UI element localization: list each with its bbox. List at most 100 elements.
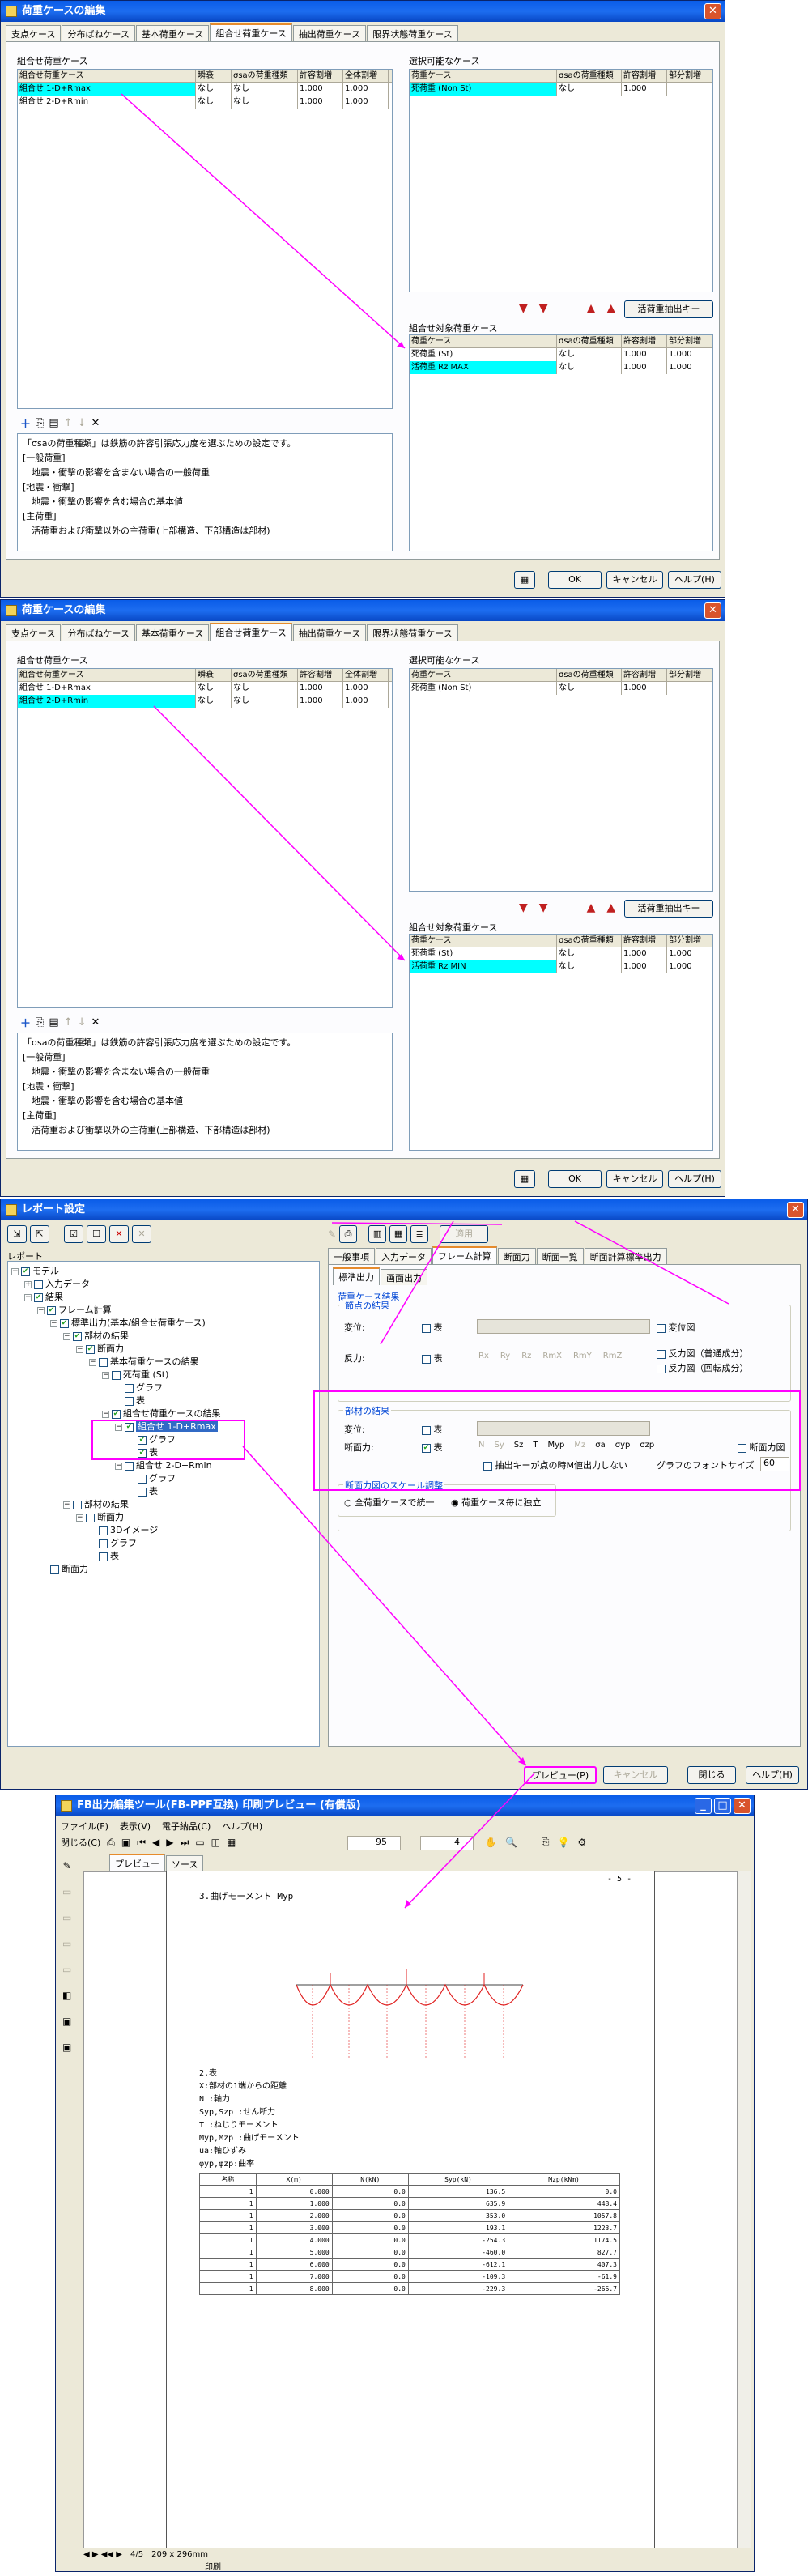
cancel-button[interactable]: キャンセル: [603, 1766, 668, 1784]
hand-icon[interactable]: ✋: [485, 1837, 497, 1848]
menu-delivery[interactable]: 電子納品(C): [162, 1820, 211, 1833]
move-down-icon[interactable]: ↓: [78, 1016, 87, 1028]
zoom-select[interactable]: 95: [347, 1836, 401, 1850]
table-row[interactable]: 死荷重 (Non St) なし 1.000: [410, 682, 712, 695]
disp-table-checkbox[interactable]: 表: [422, 1321, 443, 1334]
move-down-icon[interactable]: ▼: [519, 302, 528, 315]
tree-node[interactable]: − 基本荷重ケースの結果: [11, 1356, 316, 1369]
tree-node[interactable]: グラフ: [11, 1472, 316, 1485]
cancel-button[interactable]: キャンセル: [606, 1170, 663, 1188]
list-icon[interactable]: ≣: [410, 1225, 429, 1243]
prev-page-icon[interactable]: ◀: [152, 1837, 159, 1848]
selectable-case-grid[interactable]: 荷重ケース σsaの荷重種類 許容割増 部分割増 死荷重 (Non St) なし 1.00…: [409, 668, 713, 892]
two-page-icon[interactable]: ◫: [211, 1837, 220, 1848]
tab-section-calc[interactable]: 断面計算標準出力: [584, 1248, 667, 1264]
bulb-icon[interactable]: 💡: [558, 1837, 570, 1848]
tree-node[interactable]: − ✔ 標準出力(基本/組合せ荷重ケース): [11, 1317, 316, 1330]
tab-screen-output[interactable]: 画面出力: [381, 1269, 427, 1285]
add-icon[interactable]: ＋: [20, 1015, 31, 1030]
settings-icon[interactable]: ⚙: [577, 1837, 586, 1848]
tab-extract-load[interactable]: 抽出荷重ケース: [292, 624, 367, 641]
cancel-button[interactable]: キャンセル: [606, 571, 663, 589]
close-icon[interactable]: ✕: [787, 1202, 804, 1218]
tab-combined-load[interactable]: 組合せ荷重ケース: [210, 23, 292, 41]
tab-source[interactable]: ソース: [166, 1855, 204, 1871]
table-row[interactable]: 死荷重 (St) なし 1.000 1.000: [410, 348, 712, 361]
move-down-all-icon[interactable]: ▼: [539, 901, 548, 914]
menu-file[interactable]: ファイル(F): [61, 1820, 108, 1833]
tree-node[interactable]: グラフ: [11, 1537, 316, 1550]
target-case-grid[interactable]: 荷重ケース σsaの荷重種類 許容割増 部分割増 死荷重 (St) なし 1.000 1.0…: [409, 334, 713, 551]
tree-node[interactable]: − 死荷重 (St): [11, 1369, 316, 1382]
remove-icon[interactable]: ✕: [132, 1225, 151, 1243]
delete-icon[interactable]: ✕: [91, 1016, 100, 1028]
page-select[interactable]: 4: [420, 1836, 474, 1850]
tree-node[interactable]: − ✔ 断面力: [11, 1343, 316, 1356]
tab-basic-load[interactable]: 基本荷重ケース: [135, 624, 210, 641]
chart-icon[interactable]: ▥: [368, 1225, 387, 1243]
tree-node[interactable]: 表: [11, 1394, 316, 1407]
tree-node[interactable]: − ✔ モデル: [11, 1265, 316, 1278]
tree-node[interactable]: − ✔ フレーム計算: [11, 1304, 316, 1317]
tree-node[interactable]: + 入力データ: [11, 1278, 316, 1291]
tab-section-force[interactable]: 断面力: [497, 1248, 536, 1264]
react-table-checkbox[interactable]: 表: [422, 1352, 443, 1365]
close-icon[interactable]: ✕: [704, 602, 721, 619]
tab-standard-output[interactable]: 標準出力: [333, 1267, 380, 1285]
table-row[interactable]: 活荷重 Rz MIN なし 1.000 1.000: [410, 960, 712, 973]
page-icon[interactable]: ▭: [195, 1837, 204, 1848]
copy-icon[interactable]: ⎘: [36, 417, 44, 429]
combined-case-grid[interactable]: 組合せ荷重ケース 瞬衰 σsaの荷重種類 許容割増 全体割増 組合せ 1-D+Rmax な…: [17, 69, 393, 409]
tool-icon[interactable]: ▭: [62, 1886, 71, 1897]
move-down-all-icon[interactable]: ▼: [539, 302, 548, 315]
table-row[interactable]: 組合せ 2-D+Rmin なし なし 1.000 1.000: [18, 96, 392, 109]
tool-icon[interactable]: ▭: [62, 1964, 71, 1975]
move-up-icon[interactable]: ↑: [64, 1016, 73, 1028]
expand-all-icon[interactable]: ⇲: [7, 1225, 27, 1243]
menu-view[interactable]: 表示(V): [120, 1820, 151, 1833]
tree-node[interactable]: 断面力: [11, 1563, 316, 1576]
tab-general[interactable]: 一般事項: [328, 1248, 375, 1264]
first-page-icon[interactable]: ⏮: [137, 1837, 146, 1849]
delete-icon[interactable]: ✕: [109, 1225, 129, 1243]
layer-icon[interactable]: ◧: [62, 1990, 71, 2001]
tool-icon[interactable]: ▭: [62, 1912, 71, 1923]
tab-limit-state[interactable]: 限界状態荷重ケース: [367, 25, 458, 41]
tree-node[interactable]: 表: [11, 1550, 316, 1563]
uncheck-all-icon[interactable]: ☐: [87, 1225, 106, 1243]
extract-key-button[interactable]: 活荷重抽出キー: [624, 900, 713, 918]
tree-node[interactable]: − 断面力: [11, 1511, 316, 1524]
ok-button[interactable]: OK: [548, 571, 602, 589]
last-page-icon[interactable]: ⏭: [181, 1837, 189, 1849]
copy-icon[interactable]: ⎘: [36, 1016, 44, 1028]
tool-icon[interactable]: ▭: [62, 1938, 71, 1949]
paste-icon[interactable]: ▤: [49, 417, 58, 429]
tree-node[interactable]: 3Dイメージ: [11, 1524, 316, 1537]
tab-spring[interactable]: 分布ばねケース: [62, 25, 135, 41]
tree-node[interactable]: − 組合せ 2-D+Rmin: [11, 1459, 316, 1472]
maximize-icon[interactable]: □: [714, 1798, 731, 1814]
react-chart-checkbox-1[interactable]: 反力図（普通成分）: [657, 1347, 749, 1360]
move-up-icon[interactable]: ↑: [64, 417, 73, 429]
extract-key-button[interactable]: 活荷重抽出キー: [624, 300, 713, 318]
check-all-icon[interactable]: ☑: [64, 1225, 83, 1243]
scale-option-unified[interactable]: ○ 全荷重ケースで統一: [344, 1496, 435, 1509]
print-icon[interactable]: ⎙: [107, 1837, 115, 1849]
selectable-case-grid[interactable]: 荷重ケース σsaの荷重種類 許容割増 部分割増 死荷重 (Non St) なし 1.00…: [409, 69, 713, 292]
move-down-icon[interactable]: ↓: [78, 417, 87, 429]
table-row[interactable]: 死荷重 (St) なし 1.000 1.000: [410, 947, 712, 960]
disp-chart-checkbox[interactable]: 変位図: [657, 1321, 695, 1334]
preview-button[interactable]: プレビュー(P): [524, 1766, 597, 1784]
ok-button[interactable]: OK: [548, 1170, 602, 1188]
report-tree[interactable]: − ✔ モデル + 入力データ − ✔ 結果 − ✔ フレーム計算 − ✔ 標準出力(基本/組合せ…: [7, 1261, 320, 1747]
tab-preview[interactable]: プレビュー: [109, 1854, 165, 1871]
tree-node[interactable]: 表: [11, 1485, 316, 1498]
menu-help[interactable]: ヘルプ(H): [222, 1820, 262, 1833]
react-chart-checkbox-2[interactable]: 反力図（回転成分）: [657, 1361, 749, 1374]
tab-frame[interactable]: フレーム計算: [432, 1246, 497, 1264]
calc-icon[interactable]: ▦: [514, 571, 535, 589]
calc-icon[interactable]: ▦: [514, 1170, 535, 1188]
tree-node[interactable]: − ✔ 組合せ荷重ケースの結果: [11, 1407, 316, 1420]
target-case-grid[interactable]: 荷重ケース σsaの荷重種類 許容割増 部分割増 死荷重 (St) なし 1.000 1.0…: [409, 934, 713, 1151]
next-page-icon[interactable]: ▶: [166, 1837, 173, 1848]
